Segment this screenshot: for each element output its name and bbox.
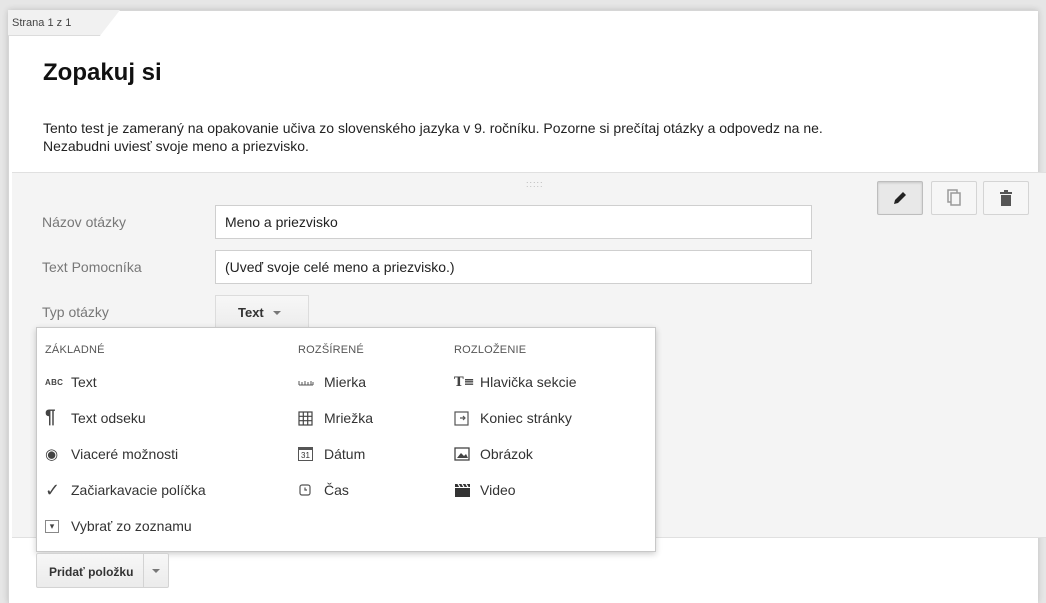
duplicate-icon: [947, 189, 961, 206]
image-icon: [454, 447, 480, 461]
dropdown-icon: ▾: [45, 519, 71, 533]
menu-item-grid[interactable]: Mriežka: [298, 407, 373, 429]
question-type-label: Typ otázky: [42, 304, 109, 320]
description-line-1: Tento test je zameraný na opakovanie uči…: [43, 120, 823, 136]
scale-icon: [298, 378, 324, 386]
chevron-down-icon: [272, 310, 281, 315]
question-title-label: Názov otázky: [42, 214, 127, 230]
question-title-input[interactable]: Meno a priezvisko: [215, 205, 812, 239]
abc-glyph: ABC: [45, 377, 64, 387]
question-type-select[interactable]: Text: [215, 295, 309, 329]
chevron-down-icon: [152, 568, 161, 573]
menu-item-multiple-choice[interactable]: ◉ Viaceré možnosti: [45, 443, 178, 465]
dropdown-glyph: ▾: [45, 519, 59, 533]
menu-item-time[interactable]: Čas: [298, 479, 349, 501]
help-text-input[interactable]: (Uveď svoje celé meno a priezvisko.): [215, 250, 812, 284]
question-type-menu: ZÁKLADNÉ ROZŠÍRENÉ ROZLOŽENIE ABC Text ¶…: [36, 327, 656, 552]
section-header-icon: T≡: [454, 374, 475, 390]
add-item-button[interactable]: Pridať položku: [36, 553, 170, 588]
calendar-icon: 31: [298, 447, 324, 461]
duplicate-button[interactable]: [931, 181, 977, 215]
advanced-header: ROZŠÍRENÉ: [298, 344, 364, 356]
menu-item-label: Mierka: [324, 374, 367, 390]
menu-item-date[interactable]: 31 Dátum: [298, 443, 365, 465]
menu-item-page-break[interactable]: Koniec stránky: [454, 407, 572, 429]
menu-item-label: Dátum: [324, 446, 366, 462]
help-text-label: Text Pomocníka: [42, 259, 142, 275]
menu-item-label: Text: [71, 374, 97, 390]
drag-handle-icon[interactable]: :::::: [526, 179, 544, 189]
paragraph-icon: ¶: [45, 407, 56, 428]
calendar-glyph: 31: [298, 447, 313, 461]
page-break-icon: [454, 410, 480, 426]
menu-item-video[interactable]: Video: [454, 479, 516, 501]
menu-item-label: Text odseku: [71, 410, 146, 426]
radio-icon: ◉: [45, 446, 59, 463]
menu-item-label: Video: [480, 482, 516, 498]
menu-item-label: Koniec stránky: [480, 410, 572, 426]
abc-icon: ABC: [45, 378, 71, 387]
menu-item-label: Hlavička sekcie: [480, 374, 577, 390]
form-description[interactable]: Tento test je zameraný na opakovanie uči…: [43, 119, 1013, 155]
edit-button[interactable]: [877, 181, 923, 215]
grid-icon: [298, 410, 324, 426]
delete-button[interactable]: [983, 181, 1029, 215]
form-editor: Strana 1 z 1 Zopakuj si Tento test je za…: [0, 0, 1046, 603]
add-item-dropdown[interactable]: [144, 554, 168, 587]
layout-header: ROZLOŽENIE: [454, 344, 527, 356]
menu-item-label: Vybrať zo zoznamu: [71, 518, 192, 534]
menu-item-label: Začiarkavacie políčka: [71, 482, 206, 498]
menu-item-image[interactable]: Obrázok: [454, 443, 533, 465]
video-icon: [454, 483, 480, 498]
menu-item-label: Čas: [324, 482, 349, 498]
menu-item-label: Viaceré možnosti: [71, 446, 179, 462]
add-item-label: Pridať položku: [37, 554, 145, 587]
form-title[interactable]: Zopakuj si: [43, 59, 162, 87]
basic-header: ZÁKLADNÉ: [45, 344, 105, 356]
menu-item-scale[interactable]: Mierka: [298, 371, 366, 393]
menu-item-label: Mriežka: [324, 410, 374, 426]
trash-icon: [1000, 190, 1012, 206]
clock-icon: [298, 483, 324, 497]
menu-item-section-header[interactable]: T≡ Hlavička sekcie: [454, 371, 576, 393]
menu-item-checkboxes[interactable]: ✓ Začiarkavacie políčka: [45, 479, 206, 501]
question-type-value: Text: [238, 305, 264, 320]
menu-item-paragraph[interactable]: ¶ Text odseku: [45, 407, 146, 429]
menu-item-label: Obrázok: [480, 446, 533, 462]
pencil-icon: [894, 192, 906, 204]
description-line-2: Nezabudni uviesť svoje meno a priezvisko…: [43, 138, 309, 154]
page-indicator: Strana 1 z 1: [12, 17, 72, 29]
menu-item-choose-from-list[interactable]: ▾ Vybrať zo zoznamu: [45, 515, 192, 537]
checkmark-icon: ✓: [45, 479, 61, 500]
menu-item-text[interactable]: ABC Text: [45, 371, 97, 393]
